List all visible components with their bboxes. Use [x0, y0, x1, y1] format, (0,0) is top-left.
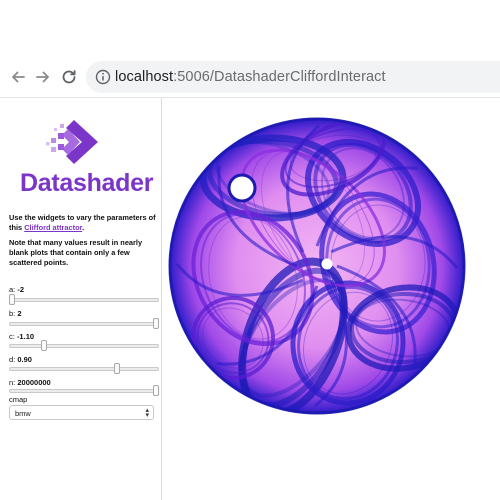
d-label-name: d: — [9, 355, 16, 364]
b-value: 2 — [17, 309, 22, 318]
b-slider-handle[interactable] — [153, 318, 159, 329]
c-label: c: -1.10 — [9, 332, 34, 341]
a-slider[interactable] — [9, 294, 159, 305]
a-slider-track[interactable] — [9, 298, 159, 302]
widget-sidebar: Datashader Use the widgets to vary the p… — [0, 98, 162, 500]
b-slider[interactable] — [9, 318, 159, 329]
b-slider-track[interactable] — [9, 322, 159, 326]
a-label: a: -2 — [9, 285, 24, 294]
back-button[interactable] — [7, 66, 29, 88]
hole-center — [321, 258, 333, 270]
back-arrow-icon — [12, 71, 25, 83]
reload-button[interactable] — [58, 66, 80, 88]
info-icon[interactable] — [95, 69, 111, 85]
address-bar[interactable]: localhost:5006/DatashaderCliffordInterac… — [86, 61, 500, 93]
forward-button[interactable] — [32, 66, 54, 88]
intro-suffix: . — [82, 223, 85, 232]
url-host: localhost — [115, 69, 174, 85]
cmap-label: cmap — [9, 395, 28, 404]
chevron-updown-icon: ▴ ▾ — [145, 407, 149, 419]
c-value: -1.10 — [16, 332, 35, 341]
c-slider-handle[interactable] — [40, 340, 47, 351]
a-value: -2 — [17, 285, 25, 294]
url-path: :5006/DatashaderCliffordInteract — [173, 69, 386, 85]
url-text: localhost:5006/DatashaderCliffordInterac… — [115, 69, 386, 85]
cmap-selected-value: bmw — [15, 409, 31, 418]
a-label-name: a: — [9, 285, 16, 294]
c-slider[interactable] — [9, 340, 159, 351]
c-label-name: c: — [9, 332, 15, 341]
clifford-attractor-link[interactable]: Clifford attractor — [24, 223, 82, 232]
logo-text: Datashader — [20, 169, 154, 197]
n-slider[interactable] — [9, 385, 159, 396]
reload-icon — [62, 70, 76, 84]
b-label-name: b: — [9, 309, 16, 318]
d-slider[interactable] — [9, 363, 159, 374]
a-slider-handle[interactable] — [9, 294, 15, 305]
attractor-plot[interactable] — [163, 98, 500, 500]
d-slider-track[interactable] — [9, 367, 159, 371]
n-slider-handle[interactable] — [153, 385, 159, 396]
clifford-attractor-image — [168, 117, 466, 415]
note-text: Note that many values result in nearly b… — [9, 238, 143, 267]
datashader-logo-icon — [46, 120, 98, 164]
b-label: b: 2 — [9, 309, 22, 318]
n-slider-track[interactable] — [9, 389, 159, 393]
hole-left — [227, 173, 257, 203]
cmap-select[interactable]: bmw ▴ ▾ — [9, 405, 154, 420]
c-slider-track[interactable] — [9, 344, 159, 348]
browser-toolbar: localhost:5006/DatashaderCliffordInterac… — [0, 58, 500, 98]
d-label: d: 0.90 — [9, 355, 32, 364]
intro-text: Use the widgets to vary the parameters o… — [9, 213, 159, 233]
d-value: 0.90 — [17, 355, 32, 364]
forward-arrow-icon — [36, 71, 49, 83]
d-slider-handle[interactable] — [114, 363, 121, 374]
